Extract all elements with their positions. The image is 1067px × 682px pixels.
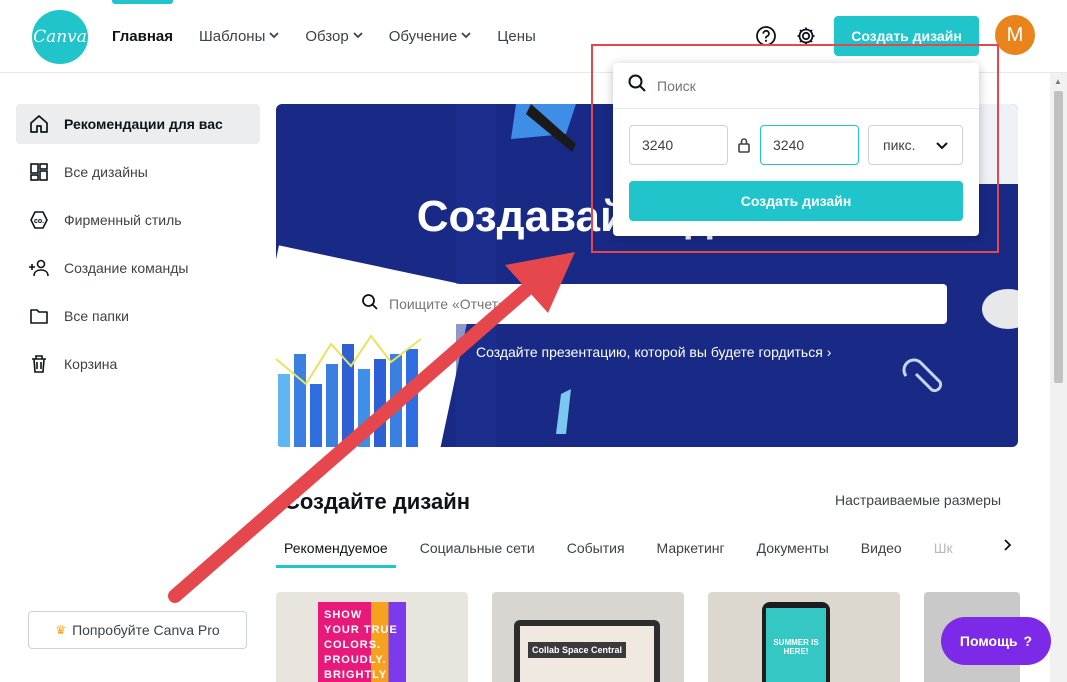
- design-card-presentation[interactable]: Collab Space Central: [492, 592, 684, 682]
- main-nav: Главная Шаблоны Обзор Обучение Цены: [112, 0, 536, 72]
- tab-marketing[interactable]: Маркетинг: [649, 528, 733, 568]
- nav-learn[interactable]: Обучение: [389, 0, 472, 72]
- sidebar-item-trash[interactable]: Корзина: [16, 344, 260, 384]
- tab-recommended[interactable]: Рекомендуемое: [276, 528, 396, 568]
- canva-logo[interactable]: Canva: [32, 10, 88, 64]
- chevron-down-icon: [353, 31, 363, 42]
- brand-icon: co.: [28, 209, 50, 231]
- hero-search-box[interactable]: [347, 284, 947, 324]
- folder-icon: [28, 305, 50, 327]
- nav-pricing-label: Цены: [497, 27, 536, 45]
- design-card-social[interactable]: SUMMER IS HERE!: [708, 592, 900, 682]
- hero-search-input[interactable]: [389, 296, 889, 312]
- search-icon: [361, 293, 379, 316]
- nav-explore-label: Обзор: [305, 27, 349, 45]
- chevron-down-icon: [461, 31, 471, 42]
- hero-subtitle-link[interactable]: Создайте презентацию, которой вы будете …: [476, 344, 831, 360]
- tab-events[interactable]: События: [559, 528, 633, 568]
- sidebar-item-label: Все папки: [64, 308, 129, 324]
- tab-social[interactable]: Социальные сети: [412, 528, 543, 568]
- help-button-label: Помощь: [959, 633, 1018, 649]
- laptop-text: Collab Space Central: [528, 642, 627, 658]
- nav-home-label: Главная: [112, 27, 174, 45]
- sidebar-item-folders[interactable]: Все папки: [16, 296, 260, 336]
- annotation-highlight-box: [591, 44, 999, 253]
- tab-school[interactable]: Шк: [926, 528, 961, 568]
- phone-preview: SUMMER IS HERE!: [762, 602, 830, 682]
- page-scrollbar[interactable]: ▲: [1050, 73, 1067, 682]
- team-icon: [28, 257, 50, 279]
- sidebar-item-label: Фирменный стиль: [64, 212, 182, 228]
- laptop-preview: Collab Space Central: [514, 620, 660, 682]
- question-mark-icon: ?: [1023, 633, 1033, 649]
- laptop-screen: Collab Space Central: [520, 626, 654, 682]
- design-card-poster[interactable]: SHOW YOUR TRUE COLORS. PROUDLY. BRIGHTLY: [276, 592, 468, 682]
- sidebar-item-brand[interactable]: co. Фирменный стиль: [16, 200, 260, 240]
- nav-pricing[interactable]: Цены: [497, 0, 536, 72]
- svg-text:co.: co.: [34, 218, 44, 225]
- sidebar-item-label: Рекомендации для вас: [64, 116, 223, 132]
- section-title: Создайте дизайн: [284, 489, 471, 514]
- category-tabs: Рекомендуемое Социальные сети События Ма…: [276, 528, 1018, 568]
- design-cards: SHOW YOUR TRUE COLORS. PROUDLY. BRIGHTLY…: [276, 592, 1020, 682]
- grid-icon: [28, 161, 50, 183]
- sidebar-item-label: Корзина: [64, 356, 118, 372]
- nav-templates-label: Шаблоны: [199, 27, 266, 45]
- avatar[interactable]: M: [995, 15, 1035, 55]
- chevron-down-icon: [269, 31, 279, 42]
- scroll-thumb[interactable]: [1054, 91, 1063, 383]
- home-icon: [28, 113, 50, 135]
- nav-explore[interactable]: Обзор: [305, 0, 363, 72]
- scroll-up-arrow-icon[interactable]: ▲: [1054, 77, 1062, 86]
- trash-icon: [28, 353, 50, 375]
- sidebar-item-label: Все дизайны: [64, 164, 148, 180]
- chevron-right-icon[interactable]: [1004, 538, 1012, 554]
- sidebar-item-recommended[interactable]: Рекомендации для вас: [16, 104, 260, 144]
- try-canva-pro-button[interactable]: ♛ Попробуйте Canva Pro: [28, 611, 247, 649]
- canva-home-page: Canva Главная Шаблоны Обзор Обучение Цен…: [0, 0, 1067, 682]
- sidebar-item-team[interactable]: Создание команды: [16, 248, 260, 288]
- help-button[interactable]: Помощь ?: [941, 617, 1051, 665]
- sidebar-item-label: Создание команды: [64, 260, 189, 276]
- nav-home[interactable]: Главная: [112, 0, 174, 72]
- tab-documents[interactable]: Документы: [749, 528, 837, 568]
- sidebar: Рекомендации для вас Все дизайны co. Фир…: [16, 104, 260, 392]
- phone-text: SUMMER IS HERE!: [766, 608, 826, 682]
- custom-sizes-link[interactable]: Настраиваемые размеры: [835, 492, 1001, 508]
- poster-preview: SHOW YOUR TRUE COLORS. PROUDLY. BRIGHTLY: [318, 602, 406, 682]
- crown-icon: ♛: [55, 623, 67, 637]
- tab-video[interactable]: Видео: [853, 528, 910, 568]
- nav-learn-label: Обучение: [388, 27, 458, 45]
- nav-templates[interactable]: Шаблоны: [199, 0, 279, 72]
- pro-button-label: Попробуйте Canva Pro: [72, 622, 220, 638]
- sidebar-item-all-designs[interactable]: Все дизайны: [16, 152, 260, 192]
